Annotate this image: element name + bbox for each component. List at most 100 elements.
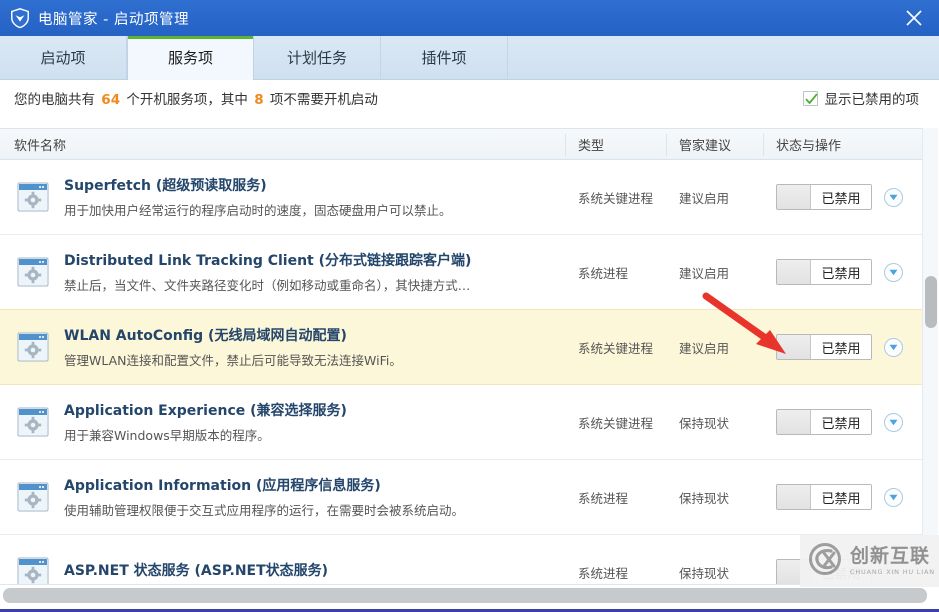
service-actions: 已禁用 <box>776 259 903 285</box>
table-row-selected[interactable]: WLAN AutoConfig (无线局域网自动配置) 管理WLAN连接和配置文… <box>0 309 922 385</box>
tab-label: 计划任务 <box>286 49 347 67</box>
service-name-cn: (兼容选择服务) <box>250 403 347 419</box>
checkbox-label: 显示已禁用的项 <box>824 92 920 108</box>
service-list[interactable]: Superfetch (超级预读取服务) 用于加快用户经常运行的程序启动时的速度… <box>0 160 922 585</box>
table-row[interactable]: Application Information (应用程序信息服务) 使用辅助管… <box>0 460 922 535</box>
window-title: 电脑管家 - 启动项管理 <box>38 11 189 28</box>
service-advice: 建议启用 <box>679 190 730 206</box>
checkmark-icon <box>805 93 817 104</box>
service-name-en: ASP.NET 状态服务 <box>64 562 190 579</box>
toggle-knob <box>777 185 811 209</box>
service-name-cn: (应用程序信息服务) <box>255 478 381 494</box>
column-header-advice: 管家建议 <box>679 138 732 154</box>
row-menu-button[interactable] <box>884 262 903 282</box>
horizontal-scrollbar[interactable] <box>0 584 939 606</box>
tab-scheduled-tasks[interactable]: 计划任务 <box>254 36 381 79</box>
toggle-knob <box>777 410 811 434</box>
table-row[interactable]: Distributed Link Tracking Client (分布式链接跟… <box>0 235 922 310</box>
tab-service-items[interactable]: 服务项 <box>127 36 254 80</box>
status-toggle[interactable]: 已禁用 <box>776 334 872 360</box>
tab-label: 启动项 <box>40 49 86 67</box>
summary-suffix: 项不需要开机启动 <box>269 92 378 108</box>
total-count: 64 <box>101 92 121 108</box>
service-gear-icon <box>16 255 50 289</box>
service-actions: 已禁用 <box>776 484 903 510</box>
status-toggle[interactable]: 已禁用 <box>776 184 872 210</box>
service-actions: 已禁用 <box>776 184 903 210</box>
service-gear-icon <box>16 180 50 214</box>
shield-icon <box>10 7 30 29</box>
chevron-down-icon <box>889 269 898 275</box>
service-gear-icon <box>16 480 50 514</box>
chevron-down-icon <box>889 419 898 425</box>
service-advice: 保持现状 <box>679 415 730 431</box>
service-type: 系统进程 <box>578 265 629 281</box>
chevron-down-icon <box>889 494 898 500</box>
vertical-scrollbar[interactable] <box>922 128 938 585</box>
service-type: 系统关键进程 <box>578 415 654 431</box>
status-toggle[interactable]: 已禁用 <box>776 259 872 285</box>
tab-label: 插件项 <box>421 49 467 67</box>
summary-text: 您的电脑共有 64 个开机服务项，其中 8 项不需要开机启动 <box>14 88 378 108</box>
service-name-cn: (ASP.NET状态服务) <box>194 562 329 579</box>
service-gear-icon <box>16 330 50 364</box>
column-header-status: 状态与操作 <box>776 138 842 154</box>
status-toggle[interactable]: 已禁用 <box>776 409 872 435</box>
service-gear-icon <box>16 405 50 439</box>
column-divider <box>763 134 764 156</box>
service-name-en: Application Experience <box>64 403 246 419</box>
table-row[interactable]: ASP.NET 状态服务 (ASP.NET状态服务) 系统进程 保持现状 已禁用 <box>0 535 922 585</box>
watermark: 创新互联 CHUANG XIN HU LIAN <box>800 535 939 587</box>
service-name-en: WLAN AutoConfig <box>64 328 204 344</box>
service-advice: 建议启用 <box>679 340 730 356</box>
row-menu-button[interactable] <box>884 412 903 432</box>
row-menu-button[interactable] <box>884 187 903 207</box>
chevron-down-icon <box>889 194 898 200</box>
service-advice: 保持现状 <box>679 565 730 581</box>
service-name-en: Superfetch <box>64 178 152 194</box>
summary-middle: 个开机服务项，其中 <box>126 92 248 108</box>
service-name-cn: (分布式链接跟踪客户端) <box>318 253 472 269</box>
title-bar: 电脑管家 - 启动项管理 <box>0 0 939 36</box>
disabled-count: 8 <box>254 92 264 108</box>
row-menu-button[interactable] <box>884 487 903 507</box>
vertical-scrollbar-thumb[interactable] <box>925 276 937 328</box>
close-button[interactable] <box>895 2 933 34</box>
show-disabled-checkbox[interactable]: 显示已禁用的项 <box>802 88 926 108</box>
toggle-label: 已禁用 <box>811 485 871 509</box>
startup-manager-window: 电脑管家 - 启动项管理 启动项 服务项 计划任务 插件项 您的电脑共有 64 … <box>0 0 939 612</box>
column-header-type: 类型 <box>578 138 605 154</box>
service-gear-icon <box>16 555 50 585</box>
column-divider <box>666 134 667 156</box>
watermark-cn: 创新互联 <box>850 544 931 567</box>
tab-label: 服务项 <box>167 49 213 67</box>
service-actions: 已禁用 <box>776 334 903 360</box>
column-header-name: 软件名称 <box>14 138 67 154</box>
table-row[interactable]: Application Experience (兼容选择服务) 用于兼容Wind… <box>0 385 922 460</box>
service-type: 系统关键进程 <box>578 340 654 356</box>
service-actions: 已禁用 <box>776 409 903 435</box>
row-menu-button[interactable] <box>884 337 903 357</box>
toggle-knob <box>777 335 811 359</box>
checkbox-box[interactable] <box>802 90 818 106</box>
service-name-cn: (无线局域网自动配置) <box>208 328 347 344</box>
info-bar: 您的电脑共有 64 个开机服务项，其中 8 项不需要开机启动 显示已禁用的项 <box>0 80 939 116</box>
status-toggle[interactable]: 已禁用 <box>776 484 872 510</box>
tab-startup-items[interactable]: 启动项 <box>0 36 127 79</box>
toggle-label: 已禁用 <box>811 185 871 209</box>
horizontal-scrollbar-thumb[interactable] <box>3 588 927 603</box>
service-name-en: Distributed Link Tracking Client <box>64 253 314 269</box>
toggle-label: 已禁用 <box>811 335 871 359</box>
toggle-label: 已禁用 <box>811 410 871 434</box>
service-type: 系统进程 <box>578 565 629 581</box>
tab-plugins[interactable]: 插件项 <box>381 36 508 79</box>
tab-bar: 启动项 服务项 计划任务 插件项 <box>0 36 939 80</box>
service-type: 系统关键进程 <box>578 190 654 206</box>
cx-circle-logo-icon <box>808 542 844 580</box>
column-header-row: 软件名称 类型 管家建议 状态与操作 <box>0 128 922 160</box>
service-type: 系统进程 <box>578 490 629 506</box>
toggle-knob <box>777 485 811 509</box>
table-row[interactable]: Superfetch (超级预读取服务) 用于加快用户经常运行的程序启动时的速度… <box>0 160 922 235</box>
service-name-cn: (超级预读取服务) <box>155 178 267 194</box>
toggle-label: 已禁用 <box>811 260 871 284</box>
